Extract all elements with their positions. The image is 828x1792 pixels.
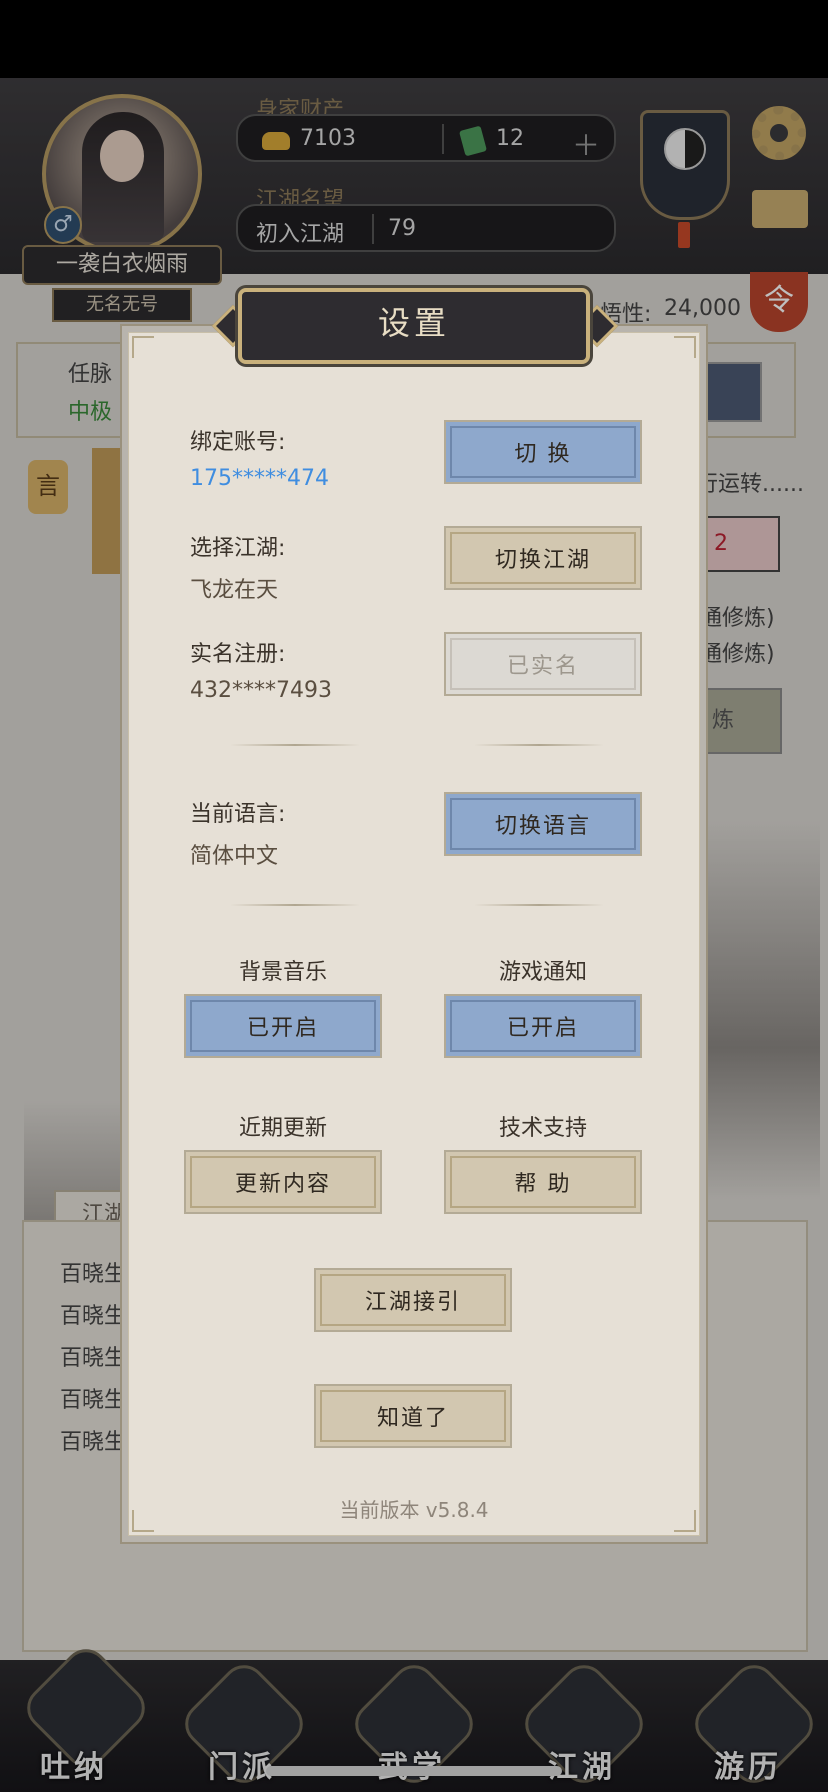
music-label: 背景音乐 <box>238 960 327 985</box>
language-label: 当前语言: <box>190 802 286 827</box>
switch-language-button[interactable]: 切换语言 <box>444 792 642 856</box>
divider-ornament <box>230 744 360 746</box>
settings-panel <box>128 332 700 1536</box>
divider-ornament <box>230 904 360 906</box>
language-value: 简体中文 <box>190 844 279 869</box>
notify-toggle-button[interactable]: 已开启 <box>444 994 642 1058</box>
status-bar <box>0 0 828 78</box>
server-label: 选择江湖: <box>190 536 286 561</box>
version-text: 当前版本 v5.8.4 <box>339 1498 489 1522</box>
corner-ornament <box>674 336 696 358</box>
music-toggle-button[interactable]: 已开启 <box>184 994 382 1058</box>
support-label: 技术支持 <box>498 1116 587 1141</box>
divider-ornament <box>474 904 604 906</box>
account-value: 175*****474 <box>190 466 329 491</box>
corner-ornament <box>132 336 154 358</box>
help-button[interactable]: 帮 助 <box>444 1150 642 1214</box>
guide-button[interactable]: 江湖接引 <box>314 1268 512 1332</box>
verified-button[interactable]: 已实名 <box>444 632 642 696</box>
realname-label: 实名注册: <box>190 642 286 667</box>
dialog-title: 设置 <box>377 304 450 342</box>
realname-value: 432****7493 <box>190 678 332 703</box>
divider-ornament <box>474 744 604 746</box>
switch-server-button[interactable]: 切换江湖 <box>444 526 642 590</box>
switch-account-button[interactable]: 切 换 <box>444 420 642 484</box>
account-label: 绑定账号: <box>190 430 286 455</box>
updates-label: 近期更新 <box>238 1116 327 1141</box>
server-value: 飞龙在天 <box>190 578 279 603</box>
update-notes-button[interactable]: 更新内容 <box>184 1150 382 1214</box>
ok-button[interactable]: 知道了 <box>314 1384 512 1448</box>
notify-label: 游戏通知 <box>498 960 587 985</box>
